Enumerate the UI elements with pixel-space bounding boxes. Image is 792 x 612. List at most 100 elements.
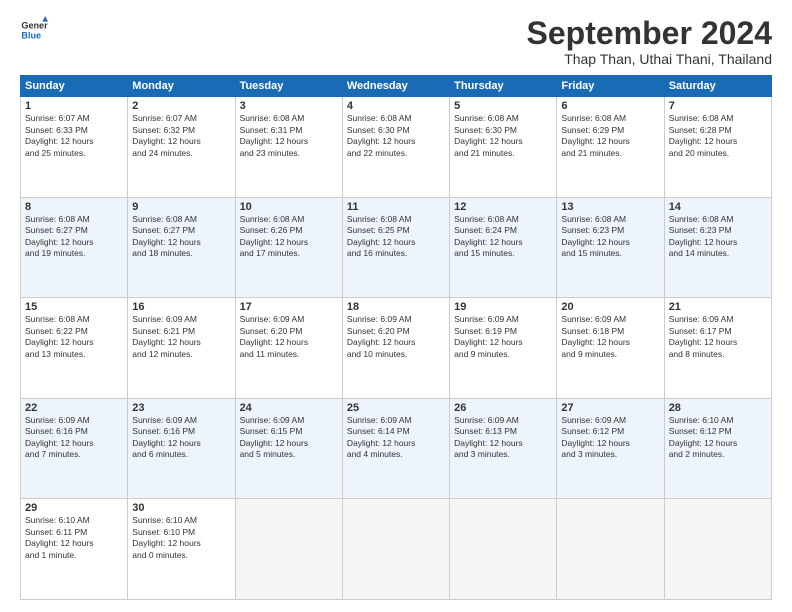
day-number: 3 xyxy=(240,100,338,112)
day-info: Sunrise: 6:09 AMSunset: 6:19 PMDaylight:… xyxy=(454,314,552,360)
day-info: Sunrise: 6:09 AMSunset: 6:15 PMDaylight:… xyxy=(240,415,338,461)
day-info: Sunrise: 6:08 AMSunset: 6:30 PMDaylight:… xyxy=(347,113,445,159)
col-friday: Friday xyxy=(557,76,664,97)
day-info: Sunrise: 6:09 AMSunset: 6:14 PMDaylight:… xyxy=(347,415,445,461)
day-number: 25 xyxy=(347,402,445,414)
calendar-day-cell: 2Sunrise: 6:07 AMSunset: 6:32 PMDaylight… xyxy=(128,97,235,198)
day-number: 11 xyxy=(347,201,445,213)
day-info: Sunrise: 6:08 AMSunset: 6:27 PMDaylight:… xyxy=(132,214,230,260)
location-subtitle: Thap Than, Uthai Thani, Thailand xyxy=(527,51,772,67)
title-block: September 2024 Thap Than, Uthai Thani, T… xyxy=(527,16,772,67)
col-wednesday: Wednesday xyxy=(342,76,449,97)
calendar-day-cell: 20Sunrise: 6:09 AMSunset: 6:18 PMDayligh… xyxy=(557,298,664,399)
calendar-day-cell: 22Sunrise: 6:09 AMSunset: 6:16 PMDayligh… xyxy=(21,398,128,499)
day-info: Sunrise: 6:09 AMSunset: 6:16 PMDaylight:… xyxy=(132,415,230,461)
col-thursday: Thursday xyxy=(450,76,557,97)
day-info: Sunrise: 6:08 AMSunset: 6:23 PMDaylight:… xyxy=(561,214,659,260)
calendar-day-cell xyxy=(342,499,449,600)
calendar-day-cell: 6Sunrise: 6:08 AMSunset: 6:29 PMDaylight… xyxy=(557,97,664,198)
day-number: 18 xyxy=(347,301,445,313)
day-info: Sunrise: 6:07 AMSunset: 6:32 PMDaylight:… xyxy=(132,113,230,159)
logo: General Blue xyxy=(20,16,52,44)
calendar-day-cell: 24Sunrise: 6:09 AMSunset: 6:15 PMDayligh… xyxy=(235,398,342,499)
day-number: 1 xyxy=(25,100,123,112)
calendar-day-cell: 29Sunrise: 6:10 AMSunset: 6:11 PMDayligh… xyxy=(21,499,128,600)
calendar-day-cell: 13Sunrise: 6:08 AMSunset: 6:23 PMDayligh… xyxy=(557,197,664,298)
day-info: Sunrise: 6:08 AMSunset: 6:26 PMDaylight:… xyxy=(240,214,338,260)
calendar-day-cell xyxy=(235,499,342,600)
day-info: Sunrise: 6:09 AMSunset: 6:18 PMDaylight:… xyxy=(561,314,659,360)
calendar-week-row: 8Sunrise: 6:08 AMSunset: 6:27 PMDaylight… xyxy=(21,197,772,298)
day-info: Sunrise: 6:09 AMSunset: 6:13 PMDaylight:… xyxy=(454,415,552,461)
calendar-day-cell: 16Sunrise: 6:09 AMSunset: 6:21 PMDayligh… xyxy=(128,298,235,399)
day-number: 21 xyxy=(669,301,767,313)
day-number: 30 xyxy=(132,502,230,514)
svg-text:General: General xyxy=(21,21,48,31)
day-number: 20 xyxy=(561,301,659,313)
calendar-header-row: Sunday Monday Tuesday Wednesday Thursday… xyxy=(21,76,772,97)
calendar-day-cell xyxy=(664,499,771,600)
day-number: 26 xyxy=(454,402,552,414)
day-info: Sunrise: 6:09 AMSunset: 6:20 PMDaylight:… xyxy=(240,314,338,360)
day-number: 22 xyxy=(25,402,123,414)
day-info: Sunrise: 6:08 AMSunset: 6:29 PMDaylight:… xyxy=(561,113,659,159)
calendar-day-cell: 12Sunrise: 6:08 AMSunset: 6:24 PMDayligh… xyxy=(450,197,557,298)
calendar-page: General Blue September 2024 Thap Than, U… xyxy=(0,0,792,612)
calendar-day-cell: 3Sunrise: 6:08 AMSunset: 6:31 PMDaylight… xyxy=(235,97,342,198)
day-info: Sunrise: 6:08 AMSunset: 6:22 PMDaylight:… xyxy=(25,314,123,360)
day-number: 29 xyxy=(25,502,123,514)
day-number: 28 xyxy=(669,402,767,414)
day-number: 9 xyxy=(132,201,230,213)
calendar-day-cell: 11Sunrise: 6:08 AMSunset: 6:25 PMDayligh… xyxy=(342,197,449,298)
day-info: Sunrise: 6:10 AMSunset: 6:12 PMDaylight:… xyxy=(669,415,767,461)
day-info: Sunrise: 6:08 AMSunset: 6:23 PMDaylight:… xyxy=(669,214,767,260)
day-number: 10 xyxy=(240,201,338,213)
calendar-day-cell: 26Sunrise: 6:09 AMSunset: 6:13 PMDayligh… xyxy=(450,398,557,499)
day-info: Sunrise: 6:09 AMSunset: 6:17 PMDaylight:… xyxy=(669,314,767,360)
day-info: Sunrise: 6:08 AMSunset: 6:27 PMDaylight:… xyxy=(25,214,123,260)
day-info: Sunrise: 6:09 AMSunset: 6:12 PMDaylight:… xyxy=(561,415,659,461)
day-info: Sunrise: 6:09 AMSunset: 6:21 PMDaylight:… xyxy=(132,314,230,360)
calendar-day-cell: 9Sunrise: 6:08 AMSunset: 6:27 PMDaylight… xyxy=(128,197,235,298)
calendar-day-cell: 23Sunrise: 6:09 AMSunset: 6:16 PMDayligh… xyxy=(128,398,235,499)
day-number: 27 xyxy=(561,402,659,414)
day-number: 13 xyxy=(561,201,659,213)
calendar-day-cell: 5Sunrise: 6:08 AMSunset: 6:30 PMDaylight… xyxy=(450,97,557,198)
svg-text:Blue: Blue xyxy=(21,30,41,40)
day-number: 12 xyxy=(454,201,552,213)
header: General Blue September 2024 Thap Than, U… xyxy=(20,16,772,67)
day-number: 15 xyxy=(25,301,123,313)
logo-icon: General Blue xyxy=(20,16,48,44)
calendar-day-cell: 4Sunrise: 6:08 AMSunset: 6:30 PMDaylight… xyxy=(342,97,449,198)
col-tuesday: Tuesday xyxy=(235,76,342,97)
day-info: Sunrise: 6:08 AMSunset: 6:28 PMDaylight:… xyxy=(669,113,767,159)
calendar-week-row: 22 Sunrise: 6:09 AMSunset: 6:16 PMDayligh… xyxy=(21,398,772,499)
day-number: 17 xyxy=(240,301,338,313)
col-monday: Monday xyxy=(128,76,235,97)
calendar-day-cell: 15Sunrise: 6:08 AMSunset: 6:22 PMDayligh… xyxy=(21,298,128,399)
calendar-day-cell: 1Sunrise: 6:07 AMSunset: 6:33 PMDaylight… xyxy=(21,97,128,198)
col-sunday: Sunday xyxy=(21,76,128,97)
day-number: 16 xyxy=(132,301,230,313)
calendar-day-cell: 27Sunrise: 6:09 AMSunset: 6:12 PMDayligh… xyxy=(557,398,664,499)
calendar-week-row: 15Sunrise: 6:08 AMSunset: 6:22 PMDayligh… xyxy=(21,298,772,399)
calendar-day-cell: 18Sunrise: 6:09 AMSunset: 6:20 PMDayligh… xyxy=(342,298,449,399)
day-number: 6 xyxy=(561,100,659,112)
day-number: 8 xyxy=(25,201,123,213)
calendar-day-cell: 25Sunrise: 6:09 AMSunset: 6:14 PMDayligh… xyxy=(342,398,449,499)
calendar-day-cell: 30Sunrise: 6:10 AMSunset: 6:10 PMDayligh… xyxy=(128,499,235,600)
day-number: 4 xyxy=(347,100,445,112)
day-number: 23 xyxy=(132,402,230,414)
day-info: Sunrise: 6:08 AMSunset: 6:31 PMDaylight:… xyxy=(240,113,338,159)
col-saturday: Saturday xyxy=(664,76,771,97)
calendar-week-row: 29Sunrise: 6:10 AMSunset: 6:11 PMDayligh… xyxy=(21,499,772,600)
day-info: Sunrise: 6:09 AMSunset: 6:20 PMDaylight:… xyxy=(347,314,445,360)
day-number: 7 xyxy=(669,100,767,112)
day-number: 19 xyxy=(454,301,552,313)
calendar-week-row: 1Sunrise: 6:07 AMSunset: 6:33 PMDaylight… xyxy=(21,97,772,198)
calendar-day-cell: 7Sunrise: 6:08 AMSunset: 6:28 PMDaylight… xyxy=(664,97,771,198)
calendar-table: Sunday Monday Tuesday Wednesday Thursday… xyxy=(20,75,772,600)
calendar-day-cell: 8Sunrise: 6:08 AMSunset: 6:27 PMDaylight… xyxy=(21,197,128,298)
day-info: Sunrise: 6:08 AMSunset: 6:25 PMDaylight:… xyxy=(347,214,445,260)
day-info: Sunrise: 6:07 AMSunset: 6:33 PMDaylight:… xyxy=(25,113,123,159)
